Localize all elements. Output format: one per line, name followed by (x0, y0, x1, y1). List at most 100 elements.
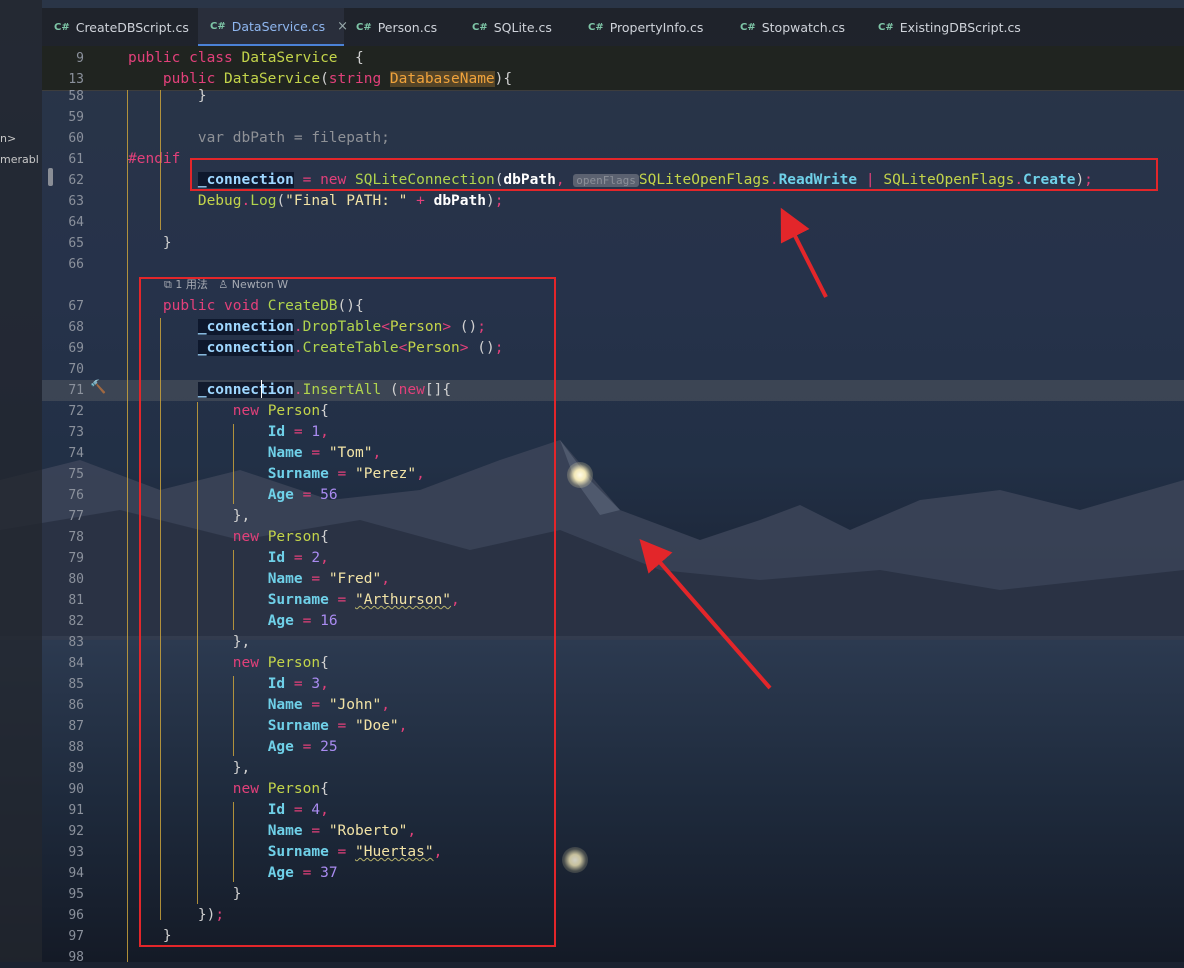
code-token: ){ (494, 71, 513, 87)
line-number[interactable]: 92 (42, 821, 84, 842)
tab-existingdbscript[interactable]: C# ExistingDBScript.cs (866, 8, 1036, 46)
annotation-box-createdb (139, 277, 556, 947)
code-token: Log (250, 193, 277, 209)
line-number[interactable]: 71 (42, 380, 84, 401)
line-number[interactable]: 87 (42, 716, 84, 737)
line-number[interactable]: 90 (42, 779, 84, 800)
csharp-file-icon: C# (210, 20, 226, 32)
csharp-file-icon: C# (356, 21, 372, 33)
code-text: } (128, 233, 172, 254)
line-number[interactable]: 88 (42, 737, 84, 758)
tab-label: PropertyInfo.cs (609, 19, 704, 35)
csharp-file-icon: C# (472, 21, 488, 33)
code-token: DatabaseName (389, 71, 495, 87)
project-panel-edge: n> merabl (0, 0, 42, 962)
code-token: DataService (241, 50, 338, 66)
line-number[interactable]: 72 (42, 401, 84, 422)
line-number[interactable]: 98 (42, 947, 84, 968)
code-token: Debug (197, 193, 242, 209)
hammer-icon[interactable]: 🔨 (90, 380, 106, 395)
line-number[interactable]: 67 (42, 296, 84, 317)
line-number[interactable]: 96 (42, 905, 84, 926)
code-line[interactable]: 59 (42, 107, 1184, 128)
code-line[interactable]: 58 } (42, 86, 1184, 107)
code-token: . (241, 193, 251, 209)
code-token: ( (320, 71, 329, 87)
line-number[interactable]: 93 (42, 842, 84, 863)
line-number[interactable]: 86 (42, 695, 84, 716)
code-token: class (189, 50, 242, 66)
line-number[interactable]: 80 (42, 569, 84, 590)
line-number[interactable]: 76 (42, 485, 84, 506)
line-number[interactable]: 78 (42, 527, 84, 548)
line-number[interactable]: 79 (42, 548, 84, 569)
line-number[interactable]: 97 (42, 926, 84, 947)
tab-propertyinfo[interactable]: C# PropertyInfo.cs (576, 8, 728, 46)
line-number[interactable]: 68 (42, 317, 84, 338)
line-number[interactable]: 58 (42, 86, 84, 107)
code-token: #endif (128, 151, 181, 167)
tab-person[interactable]: C# Person.cs (344, 8, 460, 46)
code-token: + (407, 193, 434, 209)
line-number[interactable]: 77 (42, 506, 84, 527)
line-number[interactable]: 89 (42, 758, 84, 779)
line-number[interactable]: 9 (42, 48, 84, 69)
code-token: dbPath (433, 193, 486, 209)
csharp-file-icon: C# (740, 21, 756, 33)
tab-dataservice[interactable]: C# DataService.cs × (198, 8, 348, 46)
line-number[interactable]: 73 (42, 422, 84, 443)
line-number[interactable]: 69 (42, 338, 84, 359)
tab-sqlite[interactable]: C# SQLite.cs (460, 8, 576, 46)
line-number[interactable]: 59 (42, 107, 84, 128)
line-number[interactable]: 83 (42, 632, 84, 653)
line-number[interactable]: 91 (42, 800, 84, 821)
code-token: string (328, 71, 390, 87)
panel-text: merabl (0, 153, 39, 166)
code-token: { (337, 50, 364, 66)
line-number[interactable]: 94 (42, 863, 84, 884)
line-number[interactable]: 82 (42, 611, 84, 632)
line-number[interactable]: 64 (42, 212, 84, 233)
code-text: public class DataService { (128, 48, 364, 69)
line-number[interactable]: 81 (42, 590, 84, 611)
line-number[interactable]: 75 (42, 464, 84, 485)
line-number[interactable]: 85 (42, 674, 84, 695)
code-token: } (128, 235, 172, 251)
code-token: "Final PATH: " (285, 193, 408, 209)
line-number[interactable]: 95 (42, 884, 84, 905)
line-number[interactable]: 66 (42, 254, 84, 275)
code-line[interactable]: 63 Debug.Log("Final PATH: " + dbPath); (42, 191, 1184, 212)
code-token: public (162, 71, 225, 87)
tab-stopwatch[interactable]: C# Stopwatch.cs (728, 8, 866, 46)
csharp-file-icon: C# (54, 21, 70, 33)
code-line[interactable]: 98 (42, 947, 1184, 968)
tab-label: Person.cs (377, 19, 438, 35)
code-token: ( (276, 193, 286, 209)
code-token: ) (485, 193, 495, 209)
line-number[interactable]: 70 (42, 359, 84, 380)
code-token: var dbPath = filepath; (128, 130, 390, 146)
code-text: } (128, 86, 207, 107)
code-line[interactable]: 60 var dbPath = filepath; (42, 128, 1184, 149)
code-line[interactable]: 66 (42, 254, 1184, 275)
csharp-file-icon: C# (878, 21, 894, 33)
line-number[interactable]: 63 (42, 191, 84, 212)
line-number[interactable]: 84 (42, 653, 84, 674)
line-number[interactable]: 65 (42, 233, 84, 254)
tab-label: Stopwatch.cs (761, 19, 846, 35)
tab-label: SQLite.cs (493, 19, 552, 35)
code-text: #endif (128, 149, 180, 170)
line-number[interactable]: 74 (42, 443, 84, 464)
code-line[interactable]: 9 public class DataService { (42, 48, 1184, 69)
code-line[interactable]: 64 (42, 212, 1184, 233)
line-number[interactable]: 61 (42, 149, 84, 170)
code-line[interactable]: 65 } (42, 233, 1184, 254)
line-number[interactable]: 60 (42, 128, 84, 149)
tab-createdbscript[interactable]: C# CreateDBScript.cs (42, 8, 198, 46)
panel-text: n> (0, 132, 17, 145)
editor-tab-bar: C# CreateDBScript.cs C# DataService.cs ×… (42, 8, 1184, 46)
code-token: public (128, 50, 190, 66)
